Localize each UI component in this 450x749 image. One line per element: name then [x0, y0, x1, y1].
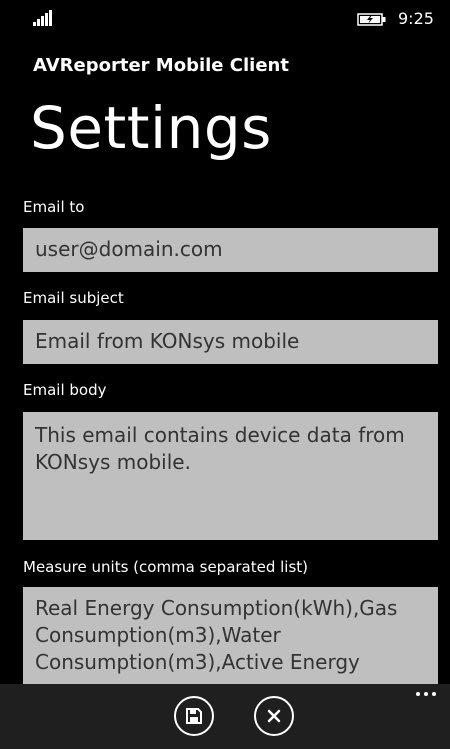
- ellipsis-dot: [424, 692, 428, 696]
- email-body-textarea[interactable]: This email contains device data from KON…: [23, 412, 438, 540]
- save-button[interactable]: [174, 696, 214, 736]
- signal-bars-icon: [33, 10, 52, 26]
- measure-units-label: Measure units (comma separated list): [23, 558, 309, 576]
- email-body-label: Email body: [23, 381, 107, 399]
- close-icon: [267, 709, 281, 723]
- status-bar: 9:25: [0, 0, 450, 40]
- ellipsis-dot: [416, 692, 420, 696]
- ellipsis-dot: [432, 692, 436, 696]
- clock: 9:25: [398, 9, 434, 28]
- measure-units-textarea[interactable]: Real Energy Consumption(kWh),Gas Consump…: [23, 587, 438, 697]
- app-bar: [0, 684, 450, 749]
- page-title: Settings: [30, 94, 272, 162]
- battery-charging-icon: [357, 13, 386, 26]
- email-subject-input[interactable]: Email from KONsys mobile: [23, 320, 438, 364]
- ellipsis-icon[interactable]: [408, 684, 444, 708]
- email-subject-label: Email subject: [23, 289, 124, 307]
- phone-screen: 9:25 AVReporter Mobile Client Settings E…: [0, 0, 450, 749]
- email-to-input[interactable]: user@domain.com: [23, 228, 438, 272]
- cancel-button[interactable]: [254, 696, 294, 736]
- email-to-label: Email to: [23, 198, 85, 216]
- floppy-disk-icon: [186, 708, 202, 724]
- app-title: AVReporter Mobile Client: [33, 55, 289, 76]
